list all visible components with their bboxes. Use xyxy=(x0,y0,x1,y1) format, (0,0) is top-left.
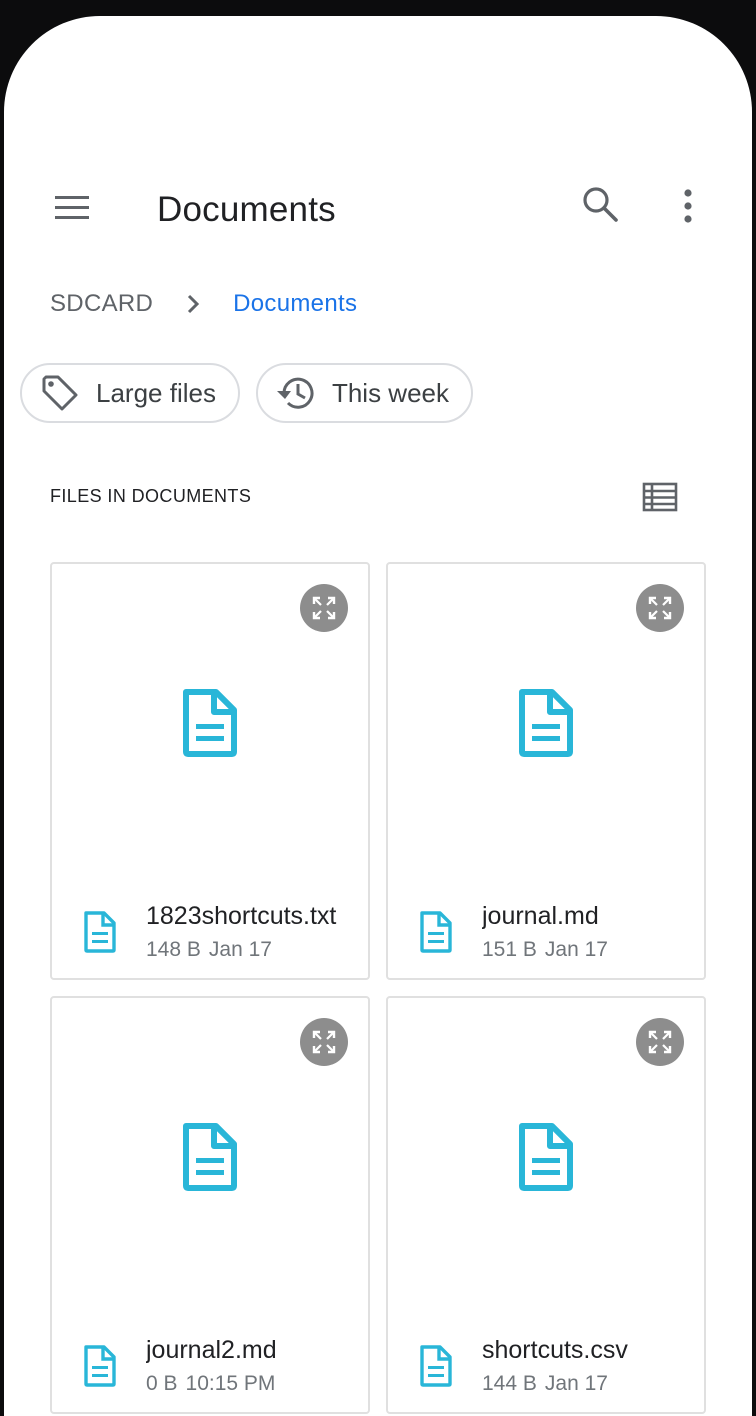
chip-large-files[interactable]: Large files xyxy=(20,363,240,423)
fullscreen-icon xyxy=(648,596,672,620)
fullscreen-icon xyxy=(312,1030,336,1054)
page-title: Documents xyxy=(157,190,336,229)
file-info: 1823shortcuts.txt 148 B Jan 17 xyxy=(82,898,362,961)
filter-chips: Large files This week xyxy=(20,363,474,423)
chevron-right-icon xyxy=(171,284,215,324)
document-small-icon xyxy=(84,1345,116,1387)
file-name: 1823shortcuts.txt xyxy=(146,902,337,930)
file-meta: 148 B Jan 17 xyxy=(146,938,272,962)
tag-icon xyxy=(38,371,82,415)
expand-preview-button[interactable] xyxy=(636,584,684,632)
fullscreen-icon xyxy=(648,1030,672,1054)
view-list-icon xyxy=(642,482,678,512)
file-date: Jan 17 xyxy=(544,1372,608,1395)
file-date: Jan 17 xyxy=(208,938,272,961)
file-date: Jan 17 xyxy=(544,938,608,961)
chip-label: This week xyxy=(331,377,450,408)
menu-button[interactable] xyxy=(50,186,94,230)
expand-preview-button[interactable] xyxy=(636,1018,684,1066)
search-icon xyxy=(583,187,618,222)
expand-preview-button[interactable] xyxy=(300,584,348,632)
file-card[interactable]: journal.md 151 B Jan 17 xyxy=(386,562,706,980)
file-card[interactable]: shortcuts.csv 144 B Jan 17 xyxy=(386,996,706,1414)
file-meta: 151 B Jan 17 xyxy=(482,938,608,962)
more-options-button[interactable] xyxy=(668,182,708,226)
chip-this-week[interactable]: This week xyxy=(255,363,474,423)
file-meta: 0 B 10:15 PM xyxy=(146,1372,275,1396)
file-meta: 144 B Jan 17 xyxy=(482,1372,608,1396)
document-icon xyxy=(183,689,237,757)
document-small-icon xyxy=(420,1345,452,1387)
file-name: journal2.md xyxy=(146,1336,277,1364)
file-card[interactable]: journal2.md 0 B 10:15 PM xyxy=(50,996,370,1414)
document-icon xyxy=(519,1123,573,1191)
breadcrumb-current[interactable]: Documents xyxy=(233,290,357,318)
file-name: journal.md xyxy=(482,902,599,930)
breadcrumb-root[interactable]: SDCARD xyxy=(50,290,153,318)
history-icon xyxy=(274,371,318,415)
file-date: 10:15 PM xyxy=(185,1372,276,1395)
file-info: shortcuts.csv 144 B Jan 17 xyxy=(418,1332,698,1395)
list-view-button[interactable] xyxy=(638,476,682,520)
file-info: journal2.md 0 B 10:15 PM xyxy=(82,1332,362,1395)
file-size: 144 B xyxy=(482,1372,537,1395)
file-size: 148 B xyxy=(146,938,201,961)
document-small-icon xyxy=(84,911,116,953)
app-screen: Documents SDCARD Documents Large files T… xyxy=(4,16,752,1416)
file-card[interactable]: 1823shortcuts.txt 148 B Jan 17 xyxy=(50,562,370,980)
document-icon xyxy=(519,689,573,757)
file-size: 0 B xyxy=(146,1372,178,1395)
file-name: shortcuts.csv xyxy=(482,1336,628,1364)
section-title: FILES IN DOCUMENTS xyxy=(50,486,252,506)
search-button[interactable] xyxy=(578,182,622,226)
file-info: journal.md 151 B Jan 17 xyxy=(418,898,698,961)
document-small-icon xyxy=(420,911,452,953)
hamburger-menu-icon xyxy=(55,196,89,219)
file-size: 151 B xyxy=(482,938,537,961)
fullscreen-icon xyxy=(312,596,336,620)
app-bar: Documents xyxy=(4,156,752,266)
chip-label: Large files xyxy=(96,377,216,408)
breadcrumb: SDCARD Documents xyxy=(50,284,357,324)
expand-preview-button[interactable] xyxy=(300,1018,348,1066)
document-icon xyxy=(183,1123,237,1191)
more-vert-icon xyxy=(684,189,692,223)
